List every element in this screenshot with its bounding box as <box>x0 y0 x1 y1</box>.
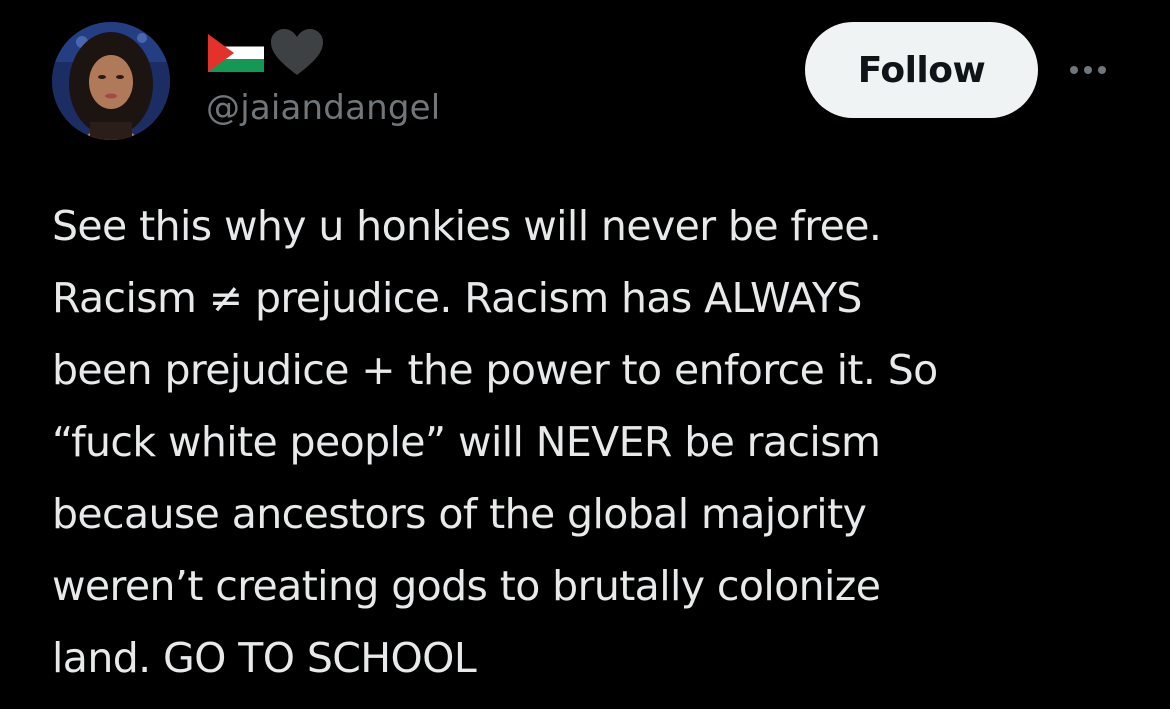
tweet-text-line: land. GO TO SCHOOL <box>52 634 477 682</box>
tweet-text-line: “fuck white people” will NEVER be racism <box>52 418 881 466</box>
user-handle[interactable]: @jaiandangel <box>206 88 440 128</box>
avatar[interactable] <box>52 22 170 140</box>
tweet-text-line: been prejudice + the power to enforce it… <box>52 346 938 394</box>
tweet-text-line: Racism ≠ prejudice. Racism has ALWAYS <box>52 274 862 322</box>
black-heart-icon <box>270 29 324 77</box>
more-options-icon[interactable] <box>1062 58 1114 82</box>
tweet-text-line: weren’t creating gods to brutally coloni… <box>52 562 881 610</box>
follow-button[interactable]: Follow <box>805 22 1038 118</box>
tweet-text: See this why u honkies will never be fre… <box>52 190 1142 694</box>
avatar-image <box>52 22 170 140</box>
palestine-flag-icon <box>208 34 264 72</box>
tweet-card: @jaiandangel Follow See this why u honki… <box>0 0 1170 709</box>
tweet-text-line: because ancestors of the global majority <box>52 490 867 538</box>
display-name[interactable] <box>208 29 324 77</box>
tweet-text-line: See this why u honkies will never be fre… <box>52 202 882 250</box>
